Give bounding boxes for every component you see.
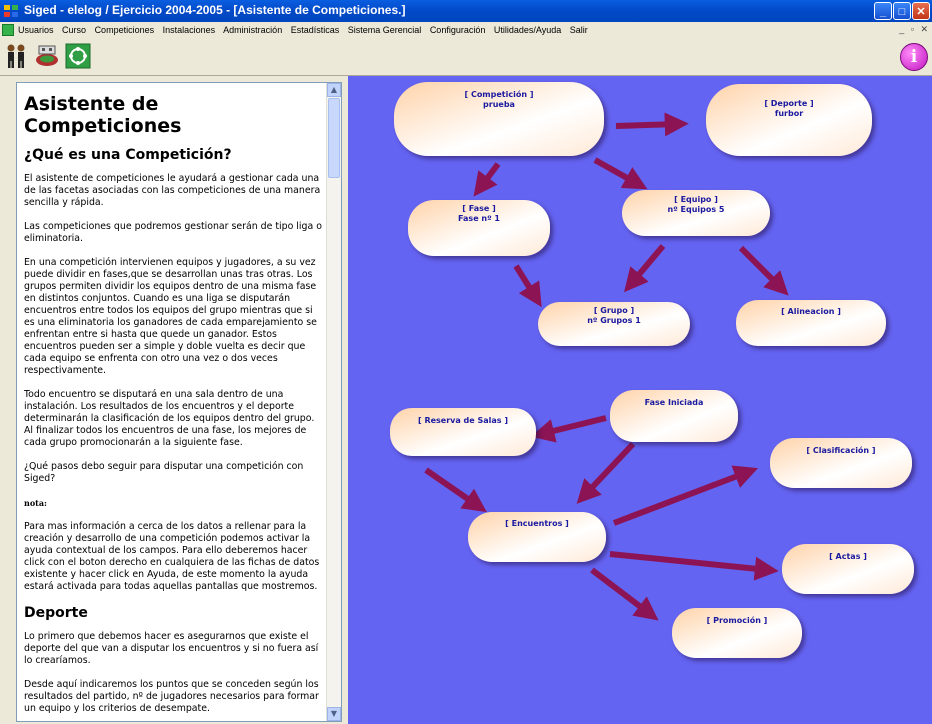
node-label: [ Competición ]: [464, 90, 534, 99]
node-label: [ Clasificación ]: [806, 446, 876, 455]
minimize-button[interactable]: _: [874, 2, 892, 20]
users-icon: [7, 44, 25, 68]
nota-text: Para mas información a cerca de los dato…: [24, 521, 320, 592]
node-alineacion[interactable]: [ Alineacion ]: [736, 300, 886, 346]
help-paragraph: Lo primero que debemos hacer es asegurar…: [24, 631, 319, 666]
node-encuentros[interactable]: [ Encuentros ]: [468, 512, 606, 562]
node-label: [ Encuentros ]: [505, 519, 569, 528]
help-paragraph: Todo encuentro se disputará en una sala …: [24, 389, 315, 448]
node-label: [ Alineacion ]: [781, 307, 841, 316]
competition-diagram: [ Competición ] prueba [ Deporte ] furbo…: [348, 76, 932, 724]
app-icon: [4, 5, 18, 17]
node-grupo[interactable]: [ Grupo ] nº Grupos 1: [538, 302, 690, 346]
section-title-competicion: ¿Qué es una Competición?: [24, 147, 232, 163]
help-paragraph: El asistente de competiciones le ayudará…: [24, 173, 321, 208]
help-content: Asistente de Competiciones ¿Qué es una C…: [24, 93, 322, 721]
arrow-encuentros-actas: [609, 551, 779, 581]
menu-configuracion[interactable]: Configuración: [430, 25, 486, 35]
menu-items: Usuarios Curso Competiciones Instalacion…: [18, 25, 594, 35]
node-label: [ Grupo ]: [593, 306, 635, 315]
node-fase-iniciada[interactable]: Fase Iniciada: [610, 390, 738, 442]
node-value: furbor: [774, 109, 804, 118]
help-paragraph: En una competición intervienen equipos y…: [24, 257, 317, 376]
node-reserva-salas[interactable]: [ Reserva de Salas ]: [390, 408, 536, 456]
close-button[interactable]: ✕: [912, 2, 930, 20]
help-paragraph: Las competiciones que podremos gestionar…: [24, 221, 322, 244]
help-title: Asistente de Competiciones: [24, 93, 182, 137]
arrow-competicion-fase: [473, 162, 501, 197]
maximize-button[interactable]: □: [893, 2, 911, 20]
help-paragraph: ¿Qué pasos debo seguir para disputar una…: [24, 461, 304, 484]
arrow-encuentros-promocion: [590, 567, 659, 621]
menu-curso[interactable]: Curso: [62, 25, 86, 35]
node-actas[interactable]: [ Actas ]: [782, 544, 914, 594]
node-promocion[interactable]: [ Promoción ]: [672, 608, 802, 658]
node-value: nº Grupos 1: [587, 316, 641, 325]
arrow-competicion-equipo: [593, 157, 648, 190]
arrow-equipo-alineacion: [738, 245, 789, 296]
node-value: nº Equipos 5: [667, 205, 725, 214]
arrow-faseiniciada-encuentros: [576, 441, 636, 504]
competition-grid-icon: [65, 43, 91, 69]
node-label: [ Actas ]: [829, 552, 867, 561]
help-pane: Asistente de Competiciones ¿Qué es una C…: [16, 82, 342, 722]
help-paragraph: Desde aquí indicaremos los puntos que se…: [24, 679, 319, 714]
node-label: [ Deporte ]: [764, 99, 814, 108]
arrow-equipo-grupo: [624, 244, 666, 293]
mdi-controls[interactable]: _ ▫ ✕: [899, 24, 930, 35]
node-clasificacion[interactable]: [ Clasificación ]: [770, 438, 912, 488]
scroll-thumb[interactable]: [328, 98, 340, 178]
arrow-fase-grupo: [513, 264, 542, 308]
window-title: Siged - elelog / Ejercicio 2004-2005 - […: [24, 3, 406, 17]
node-fase[interactable]: [ Fase ] Fase nº 1: [408, 200, 550, 256]
menu-estadisticas[interactable]: Estadísticas: [291, 25, 340, 35]
help-scrollbar[interactable]: ▲ ▼: [326, 83, 341, 721]
menu-bar: Usuarios Curso Competiciones Instalacion…: [0, 22, 932, 39]
node-label: [ Promoción ]: [706, 616, 768, 625]
menu-instalaciones[interactable]: Instalaciones: [163, 25, 216, 35]
menu-salir[interactable]: Salir: [570, 25, 588, 35]
menu-sistema-gerencial[interactable]: Sistema Gerencial: [348, 25, 422, 35]
node-label: [ Fase ]: [462, 204, 496, 213]
arrow-faseiniciada-reserva: [530, 415, 607, 443]
scroll-down-arrow[interactable]: ▼: [327, 707, 341, 721]
users-button[interactable]: [2, 42, 30, 70]
facilities-button[interactable]: [33, 42, 61, 70]
info-icon[interactable]: i: [900, 43, 928, 71]
stadium-icon: [36, 45, 58, 66]
arrow-competicion-deporte: [615, 112, 689, 137]
scroll-up-arrow[interactable]: ▲: [327, 83, 341, 97]
node-equipo[interactable]: [ Equipo ] nº Equipos 5: [622, 190, 770, 236]
title-bar: Siged - elelog / Ejercicio 2004-2005 - […: [0, 0, 932, 22]
node-value: Fase nº 1: [458, 214, 500, 223]
node-label: Fase Iniciada: [644, 398, 704, 407]
node-competicion[interactable]: [ Competición ] prueba: [394, 82, 604, 156]
menu-competiciones[interactable]: Competiciones: [95, 25, 155, 35]
menu-utilidades-ayuda[interactable]: Utilidades/Ayuda: [494, 25, 561, 35]
arrow-reserva-encuentros: [424, 467, 487, 513]
menu-administracion[interactable]: Administración: [223, 25, 282, 35]
nota-label: nota:: [24, 498, 47, 508]
menu-usuarios[interactable]: Usuarios: [18, 25, 54, 35]
toolbar: i: [0, 39, 932, 76]
node-label: [ Equipo ]: [674, 195, 718, 204]
section-title-deporte: Deporte: [24, 605, 88, 621]
node-deporte[interactable]: [ Deporte ] furbor: [706, 84, 872, 156]
node-value: prueba: [483, 100, 515, 109]
arrow-encuentros-clasificacion: [612, 465, 759, 526]
node-label: [ Reserva de Salas ]: [418, 416, 508, 425]
mdi-child-icon[interactable]: [2, 24, 14, 36]
competitions-button[interactable]: [64, 42, 92, 70]
